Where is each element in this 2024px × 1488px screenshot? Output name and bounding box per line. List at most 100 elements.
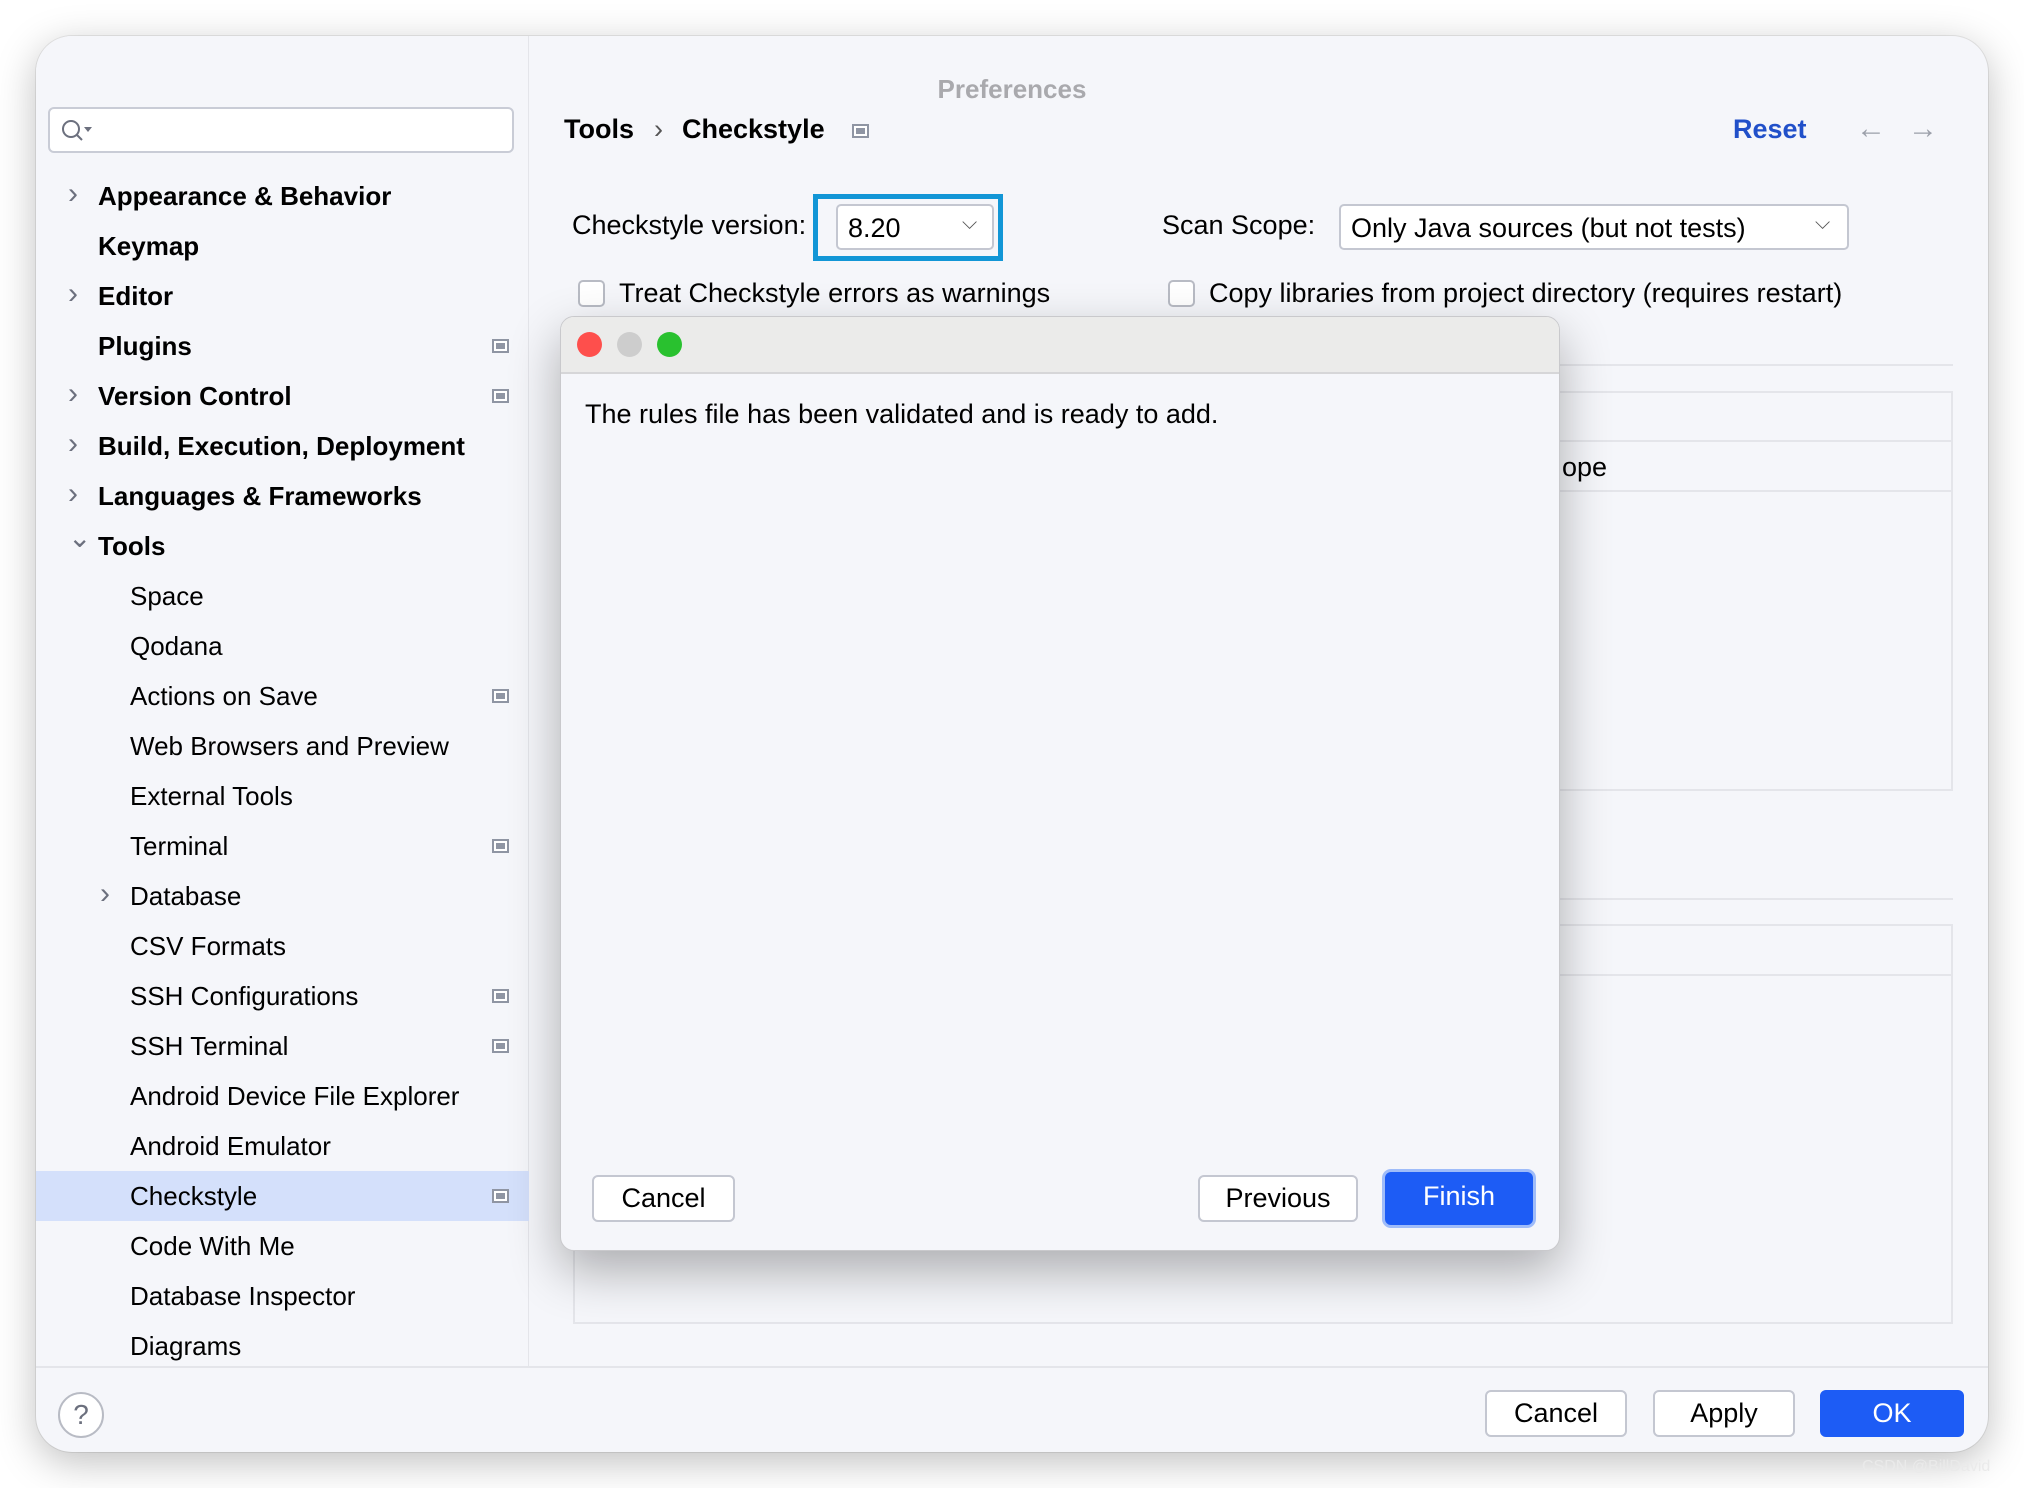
sidebar-item[interactable]: Actions on Save (36, 671, 529, 721)
dialog-title-bar (561, 317, 1559, 374)
project-scope-icon (492, 389, 509, 403)
dialog-zoom-button[interactable] (657, 332, 682, 357)
sidebar-item-label: Qodana (130, 631, 223, 661)
sidebar-item-label: Editor (98, 281, 174, 311)
project-scope-icon (492, 339, 509, 353)
project-scope-icon (492, 1039, 509, 1053)
help-icon[interactable]: ? (58, 1392, 104, 1438)
table-header-scope: ope (1562, 452, 1608, 482)
sidebar-item-label: Android Device File Explorer (130, 1081, 460, 1111)
reset-link[interactable]: Reset (1733, 114, 1807, 145)
sidebar-item[interactable]: Android Emulator (36, 1121, 529, 1171)
sidebar-item[interactable]: SSH Terminal (36, 1021, 529, 1071)
breadcrumb-tools[interactable]: Tools (564, 114, 634, 145)
chevron-right-icon[interactable]: › (100, 869, 120, 919)
sidebar-item[interactable]: › Languages & Frameworks (36, 471, 529, 521)
dialog-close-button[interactable] (577, 332, 602, 357)
treat-errors-checkbox[interactable] (578, 280, 605, 307)
copy-libraries-label: Copy libraries from project directory (r… (1209, 278, 1843, 308)
sidebar-item[interactable]: › Appearance & Behavior (36, 171, 529, 221)
breadcrumb-checkstyle: Checkstyle (682, 114, 825, 144)
sidebar-item-label: External Tools (130, 781, 293, 811)
sidebar-item[interactable]: › Database (36, 871, 529, 921)
cancel-button[interactable]: Cancel (1485, 1390, 1627, 1437)
sidebar-item-label: SSH Terminal (130, 1031, 289, 1061)
finish-button[interactable]: Finish (1385, 1172, 1533, 1225)
sidebar-item-label: Languages & Frameworks (98, 481, 422, 511)
sidebar-item-label: SSH Configurations (130, 981, 359, 1011)
dialog-message: The rules file has been validated and is… (585, 399, 1219, 429)
sidebar-item-label: Tools (98, 531, 166, 561)
chevron-right-icon[interactable]: › (68, 469, 88, 519)
scan-scope-dropdown[interactable]: Only Java sources (but not tests) ⌵ (1339, 204, 1849, 250)
ok-button[interactable]: OK (1820, 1390, 1964, 1437)
chevron-right-icon[interactable]: › (68, 369, 88, 419)
sidebar-item-label: Web Browsers and Preview (130, 731, 449, 761)
sidebar-item-label: Build, Execution, Deployment (98, 431, 465, 461)
sidebar-item[interactable]: Plugins (36, 321, 529, 371)
dialog-cancel-button[interactable]: Cancel (592, 1175, 735, 1222)
project-scope-icon (492, 1189, 509, 1203)
project-scope-icon (492, 689, 509, 703)
sidebar-item-label: Appearance & Behavior (98, 181, 392, 211)
forward-arrow-icon[interactable]: → (1908, 112, 1938, 146)
sidebar-item[interactable]: Diagrams (36, 1321, 529, 1371)
sidebar-item[interactable]: Web Browsers and Preview (36, 721, 529, 771)
sidebar-item-label: Plugins (98, 331, 192, 361)
sidebar-item-label: Diagrams (130, 1331, 242, 1361)
sidebar-item[interactable]: › Build, Execution, Deployment (36, 421, 529, 471)
chevron-right-icon[interactable]: › (68, 269, 88, 319)
sidebar-item[interactable]: ⌄ Tools (36, 521, 529, 571)
sidebar-item[interactable]: Qodana (36, 621, 529, 671)
treat-errors-label: Treat Checkstyle errors as warnings (619, 278, 1051, 308)
footer-divider (36, 1366, 1988, 1368)
chevron-right-icon[interactable]: › (68, 169, 88, 219)
copy-libraries-checkbox[interactable] (1168, 280, 1195, 307)
chevron-down-icon: ⌵ (1815, 212, 1831, 234)
sidebar-item-label: CSV Formats (130, 931, 287, 961)
project-scope-icon (492, 839, 509, 853)
sidebar-item[interactable]: › Editor (36, 271, 529, 321)
checkstyle-version-label: Checkstyle version: (572, 210, 807, 240)
sidebar-item[interactable]: Terminal (36, 821, 529, 871)
sidebar-item-label: Version Control (98, 381, 292, 411)
chevron-down-icon: ⌵ (962, 212, 978, 234)
sidebar-item[interactable]: SSH Configurations (36, 971, 529, 1021)
sidebar-item[interactable]: Keymap (36, 221, 529, 271)
version-value: 8.20 (848, 213, 901, 243)
scan-scope-label: Scan Scope: (1162, 210, 1316, 240)
checkstyle-version-dropdown[interactable]: 8.20 ⌵ (836, 204, 994, 250)
project-scope-icon (492, 989, 509, 1003)
sidebar-item[interactable]: External Tools (36, 771, 529, 821)
sidebar-item-label: Database (130, 881, 242, 911)
sidebar-item-label: Android Emulator (130, 1131, 331, 1161)
sidebar: › Appearance & Behavior Keymap › Editor Plugi… (36, 36, 529, 1366)
apply-button[interactable]: Apply (1653, 1390, 1795, 1437)
chevron-right-icon[interactable]: › (68, 419, 88, 469)
sidebar-item-label: Database Inspector (130, 1281, 356, 1311)
breadcrumb-separator: › (654, 114, 663, 144)
sidebar-item[interactable]: Code With Me (36, 1221, 529, 1271)
rules-file-dialog: The rules file has been validated and is… (560, 316, 1560, 1251)
sidebar-item[interactable]: Android Device File Explorer (36, 1071, 529, 1121)
sidebar-item-label: Space (130, 581, 204, 611)
project-scope-icon (852, 124, 869, 138)
previous-button[interactable]: Previous (1198, 1175, 1358, 1222)
scan-scope-value: Only Java sources (but not tests) (1351, 213, 1746, 243)
sidebar-item-label: Checkstyle (130, 1181, 258, 1211)
sidebar-item[interactable]: Checkstyle (36, 1171, 529, 1221)
back-arrow-icon[interactable]: ← (1856, 112, 1886, 146)
chevron-down-icon[interactable]: ⌄ (68, 513, 91, 563)
sidebar-item[interactable]: Database Inspector (36, 1271, 529, 1321)
search-input[interactable] (48, 107, 514, 153)
sidebar-item[interactable]: CSV Formats (36, 921, 529, 971)
sidebar-item-label: Actions on Save (130, 681, 318, 711)
sidebar-item-label: Terminal (130, 831, 229, 861)
search-icon (62, 120, 92, 141)
sidebar-item[interactable]: Space (36, 571, 529, 621)
sidebar-item-label: Keymap (98, 231, 200, 261)
watermark: CSDN @BillDavid (1862, 1458, 1991, 1475)
sidebar-item[interactable]: › Version Control (36, 371, 529, 421)
sidebar-item-label: Code With Me (130, 1231, 295, 1261)
dialog-minimize-button[interactable] (617, 332, 642, 357)
